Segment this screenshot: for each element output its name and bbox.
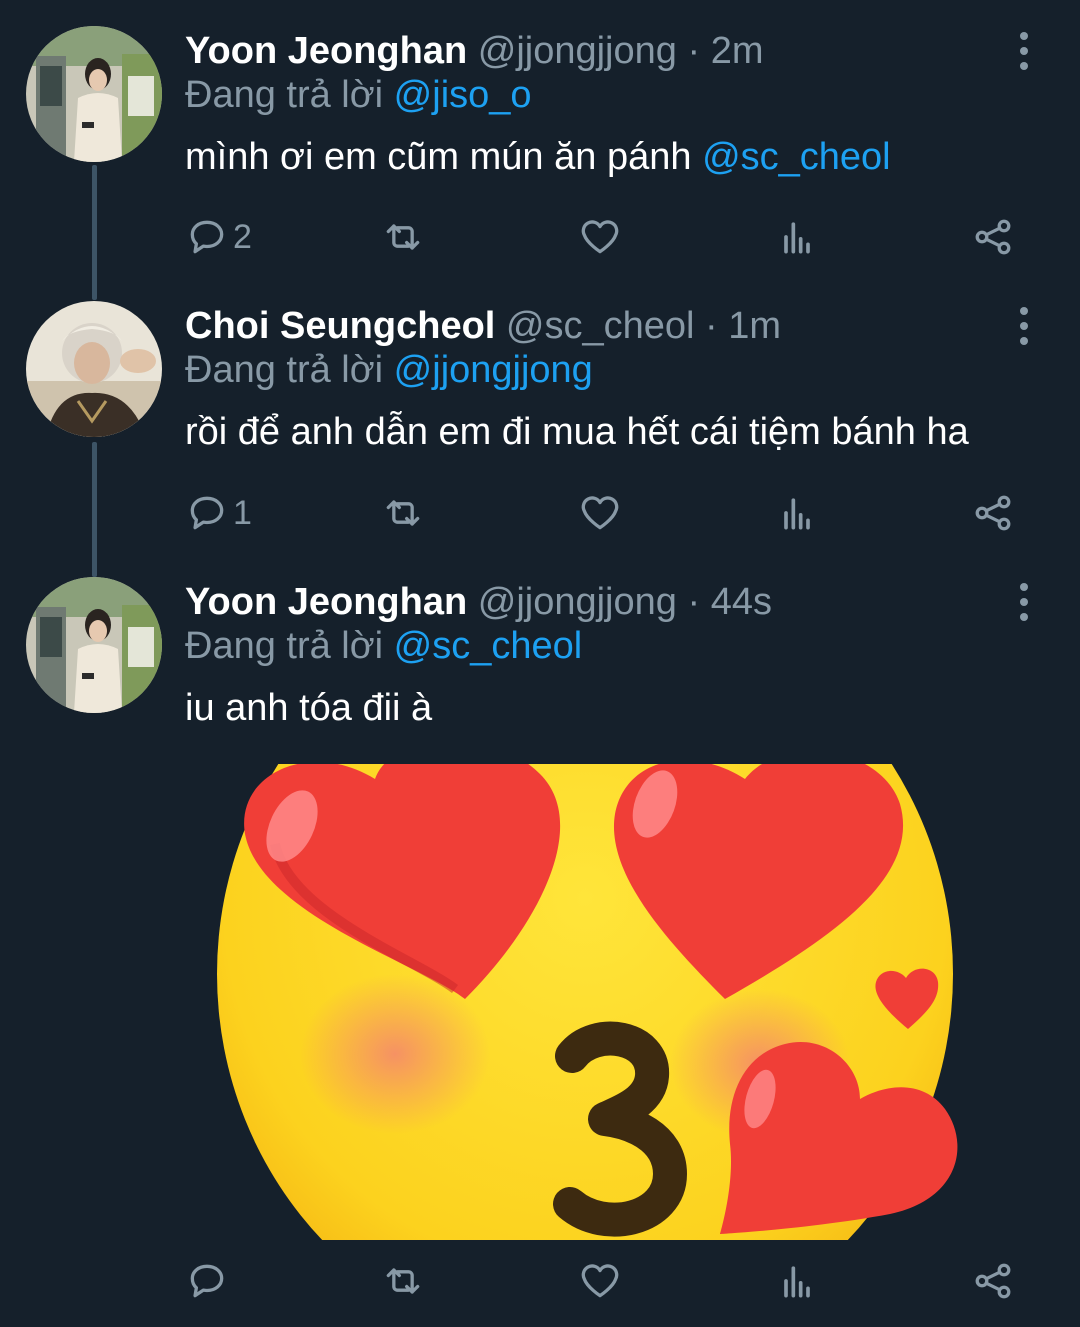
analytics-button[interactable]: [775, 1256, 819, 1306]
tweet-header: Yoon Jeonghan @jjongjjong · 44s: [185, 577, 772, 627]
timestamp[interactable]: 2m: [711, 30, 764, 72]
avatar[interactable]: [26, 577, 162, 713]
avatar[interactable]: [26, 26, 162, 162]
share-icon: [975, 495, 1011, 531]
tweet-actions: [185, 1256, 1035, 1306]
separator: ·: [676, 581, 711, 623]
analytics-button[interactable]: [775, 488, 819, 538]
timestamp[interactable]: 1m: [728, 305, 781, 347]
retweet-icon: [386, 500, 420, 526]
avatar[interactable]: [26, 301, 162, 437]
reply-icon: [190, 496, 224, 530]
reply-count: 1: [233, 493, 252, 532]
analytics-icon: [784, 222, 810, 254]
more-icon[interactable]: [1012, 26, 1036, 76]
tweet-mention[interactable]: @sc_cheol: [702, 136, 891, 178]
display-name[interactable]: Choi Seungcheol: [185, 305, 495, 347]
thread-line: [92, 165, 97, 300]
like-button[interactable]: [578, 1256, 622, 1306]
share-button[interactable]: [971, 488, 1015, 538]
share-icon: [975, 1263, 1011, 1299]
replying-to-label: Đang trả lời: [185, 625, 384, 667]
tweet-media-image[interactable]: [200, 764, 970, 1240]
reply-count: 2: [233, 217, 252, 256]
reply-button[interactable]: [185, 1256, 229, 1306]
reply-button[interactable]: 2: [185, 212, 252, 262]
reply-to-mention[interactable]: @jiso_o: [394, 74, 532, 116]
like-icon: [581, 1264, 619, 1298]
avatar-photo-seungcheol: [26, 301, 162, 437]
tweet-text-content: rồi để anh dẫn em đi mua hết cái tiệm bá…: [185, 411, 969, 453]
replying-to-label: Đang trả lời: [185, 349, 384, 391]
tweet-actions: 2: [185, 212, 1035, 262]
share-button[interactable]: [971, 212, 1015, 262]
tweet-header: Yoon Jeonghan @jjongjjong · 2m: [185, 26, 763, 76]
user-handle[interactable]: @jjongjjong: [478, 30, 677, 72]
display-name[interactable]: Yoon Jeonghan: [185, 30, 467, 72]
display-name[interactable]: Yoon Jeonghan: [185, 581, 467, 623]
separator: ·: [694, 305, 729, 347]
replying-to: Đang trả lời @sc_cheol: [185, 625, 582, 668]
analytics-icon: [784, 498, 810, 530]
reply-to-mention[interactable]: @jjongjjong: [394, 349, 593, 391]
user-handle[interactable]: @jjongjjong: [478, 581, 677, 623]
reply-icon: [190, 1264, 224, 1298]
avatar-photo-jeonghan: [26, 26, 162, 162]
reply-to-mention[interactable]: @sc_cheol: [394, 625, 583, 667]
tweet-text: rồi để anh dẫn em đi mua hết cái tiệm bá…: [185, 411, 969, 454]
analytics-icon: [784, 1266, 810, 1298]
retweet-icon: [386, 1268, 420, 1294]
tweet-text-content: mình ơi em cũm mún ăn pánh: [185, 136, 692, 178]
analytics-button[interactable]: [775, 212, 819, 262]
kissing-face-with-hearts-emoji: [217, 764, 958, 1240]
replying-to: Đang trả lời @jjongjjong: [185, 349, 593, 392]
share-button[interactable]: [971, 1256, 1015, 1306]
replying-to: Đang trả lời @jiso_o: [185, 74, 532, 117]
timestamp[interactable]: 44s: [711, 581, 772, 623]
thread-line: [92, 442, 97, 577]
replying-to-label: Đang trả lời: [185, 74, 384, 116]
reply-icon: [190, 220, 224, 254]
user-handle[interactable]: @sc_cheol: [506, 305, 695, 347]
like-icon: [581, 220, 619, 254]
like-icon: [581, 496, 619, 530]
tweet-text: iu anh tóa đii à: [185, 687, 432, 730]
separator: ·: [676, 30, 711, 72]
tweet-header: Choi Seungcheol @sc_cheol · 1m: [185, 301, 781, 351]
tweet-text: mình ơi em cũm mún ăn pánh @sc_cheol: [185, 136, 891, 179]
more-icon[interactable]: [1012, 577, 1036, 627]
tweet-actions: 1: [185, 488, 1035, 538]
like-button[interactable]: [578, 488, 622, 538]
retweet-icon: [386, 224, 420, 250]
retweet-button[interactable]: [381, 212, 425, 262]
like-button[interactable]: [578, 212, 622, 262]
tweet-text-content: iu anh tóa đii à: [185, 687, 433, 729]
reply-button[interactable]: 1: [185, 488, 252, 538]
more-icon[interactable]: [1012, 301, 1036, 351]
retweet-button[interactable]: [381, 488, 425, 538]
avatar-photo-jeonghan: [26, 577, 162, 713]
retweet-button[interactable]: [381, 1256, 425, 1306]
share-icon: [975, 219, 1011, 255]
